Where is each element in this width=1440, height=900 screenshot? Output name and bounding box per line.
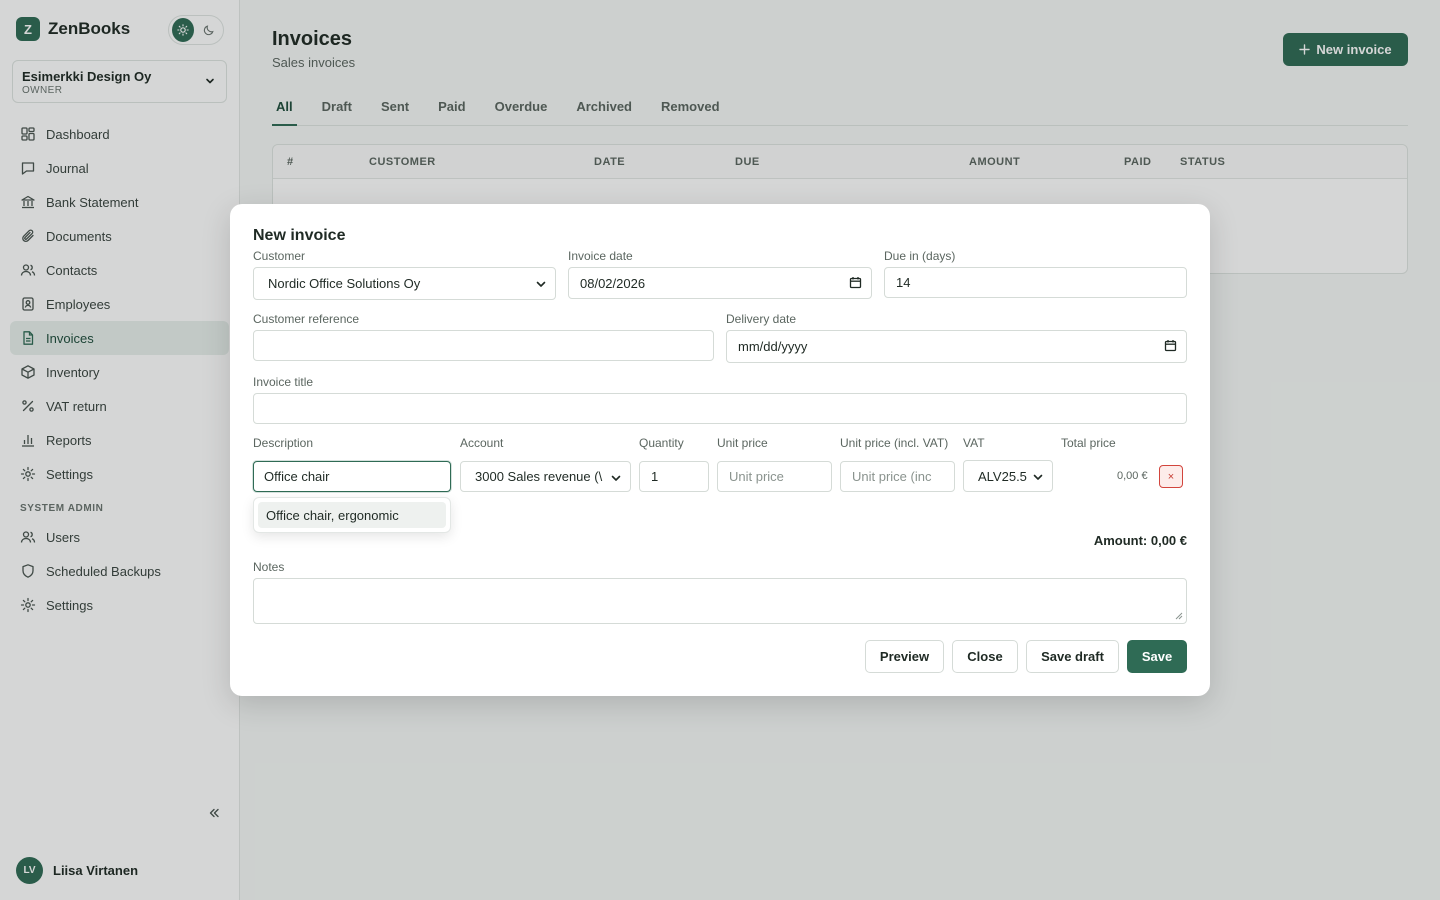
chevron-down-icon <box>536 281 546 287</box>
description-suggestions: Office chair, ergonomic <box>253 497 451 533</box>
line-unit-price-input[interactable]: Unit price <box>717 461 832 492</box>
chevron-down-icon <box>1033 474 1043 480</box>
close-button[interactable]: Close <box>952 640 1018 673</box>
line-header-description: Description <box>253 436 314 450</box>
calendar-icon <box>849 277 862 289</box>
line-header-vat: VAT <box>963 436 985 450</box>
customer-reference-label: Customer reference <box>253 312 360 326</box>
invoice-title-label: Invoice title <box>253 375 314 389</box>
save-draft-button[interactable]: Save draft <box>1026 640 1119 673</box>
line-quantity-value: 1 <box>651 469 659 484</box>
line-total-value: 0,00 € <box>1117 470 1148 482</box>
remove-line-button[interactable]: × <box>1159 465 1183 488</box>
delivery-date-input[interactable]: mm/dd/yyyy <box>726 330 1187 363</box>
line-header-quantity: Quantity <box>639 436 684 450</box>
delivery-date-value: mm/dd/yyyy <box>738 339 808 354</box>
line-header-unit-price-vat: Unit price (incl. VAT) <box>840 436 949 450</box>
resize-handle-icon[interactable] <box>1175 612 1183 620</box>
notes-textarea[interactable] <box>253 578 1187 624</box>
line-account-value: 3000 Sales revenue (\ <box>475 469 603 484</box>
suggestion-item[interactable]: Office chair, ergonomic <box>258 502 446 528</box>
invoice-date-input[interactable]: 08/02/2026 <box>568 267 872 299</box>
due-days-input[interactable]: 14 <box>884 267 1187 298</box>
due-days-value: 14 <box>896 275 911 290</box>
customer-select[interactable]: Nordic Office Solutions Oy <box>253 267 556 300</box>
calendar-icon <box>1164 340 1177 352</box>
save-button[interactable]: Save <box>1127 640 1187 673</box>
customer-label: Customer <box>253 249 306 263</box>
line-vat-value: ALV25.5 <box>978 468 1027 484</box>
preview-button[interactable]: Preview <box>865 640 944 673</box>
delivery-date-label: Delivery date <box>726 312 797 326</box>
customer-reference-input[interactable] <box>253 330 714 361</box>
line-description-input[interactable]: Office chair <box>253 461 451 492</box>
line-unit-price-vat-input[interactable]: Unit price (inc <box>840 461 955 492</box>
notes-label: Notes <box>253 560 285 574</box>
line-header-account: Account <box>460 436 504 450</box>
new-invoice-dialog: New invoice Customer Nordic Office Solut… <box>230 204 1210 696</box>
line-header-total: Total price <box>1061 436 1116 450</box>
invoice-title-input[interactable] <box>253 393 1187 424</box>
line-description-value: Office chair <box>264 469 330 484</box>
line-account-select[interactable]: 3000 Sales revenue (\ <box>460 461 631 492</box>
due-days-label: Due in (days) <box>884 249 956 263</box>
line-header-unit-price: Unit price <box>717 436 768 450</box>
line-unit-price-vat-placeholder: Unit price (inc <box>852 469 932 484</box>
line-quantity-input[interactable]: 1 <box>639 461 709 492</box>
customer-value: Nordic Office Solutions Oy <box>268 276 421 291</box>
chevron-down-icon <box>610 472 622 484</box>
line-unit-price-placeholder: Unit price <box>729 469 784 484</box>
line-vat-select[interactable]: ALV25.5 <box>963 460 1053 492</box>
dialog-title: New invoice <box>253 227 346 244</box>
invoice-date-value: 08/02/2026 <box>580 275 646 291</box>
invoice-date-label: Invoice date <box>568 249 633 263</box>
amount-total: Amount: 0,00 € <box>1093 533 1187 548</box>
